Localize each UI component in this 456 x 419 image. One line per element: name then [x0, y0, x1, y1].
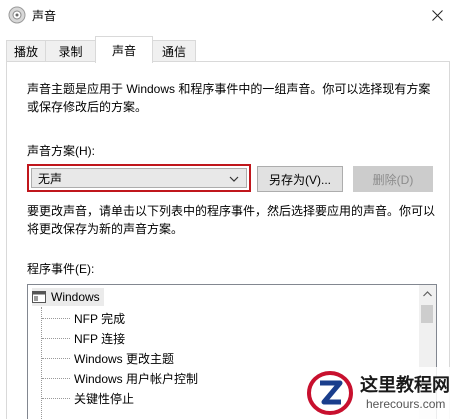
tree-branch: [42, 338, 70, 339]
tab-communications[interactable]: 通信: [152, 40, 196, 62]
watermark-url: herecours.com: [366, 397, 446, 411]
watermark: 这里教程网 herecours.com: [304, 367, 456, 419]
save-as-button[interactable]: 另存为(V)...: [257, 166, 343, 192]
event-item[interactable]: 关键性停止: [74, 388, 134, 408]
window-icon: [32, 291, 46, 303]
sounds-panel: 声音主题是应用于 Windows 和程序事件中的一组声音。你可以选择现有方案或保…: [6, 61, 450, 419]
chevron-down-icon: [229, 176, 239, 182]
tab-strip: 播放 录制 声音 通信: [0, 31, 456, 63]
event-group-label: Windows: [51, 290, 100, 304]
change-sound-description: 要更改声音，请单击以下列表中的程序事件，然后选择要应用的声音。你可以将更改保存为…: [27, 204, 436, 236]
sound-theme-description: 声音主题是应用于 Windows 和程序事件中的一组声音。你可以选择现有方案或保…: [27, 82, 431, 114]
speaker-icon: [8, 6, 26, 24]
event-item[interactable]: NFP 连接: [74, 328, 125, 348]
scroll-up-button[interactable]: [419, 285, 436, 302]
scrollbar-thumb[interactable]: [421, 305, 433, 323]
watermark-title: 这里教程网: [360, 375, 450, 396]
delete-button[interactable]: 删除(D): [353, 166, 433, 192]
tree-branch: [42, 378, 70, 379]
site-logo-icon: [307, 371, 353, 415]
tree-branch: [42, 398, 70, 399]
close-icon: [431, 9, 443, 21]
sound-scheme-label: 声音方案(H):: [27, 144, 95, 158]
title-bar: 声音: [0, 0, 456, 31]
tree-connector: [41, 307, 42, 419]
event-item[interactable]: Windows 用户帐户控制: [74, 368, 198, 388]
tree-branch: [42, 358, 70, 359]
sound-scheme-dropdown[interactable]: 无声: [27, 164, 251, 192]
sound-scheme-value: 无声: [38, 171, 63, 186]
tab-recording[interactable]: 录制: [45, 40, 96, 62]
window-title: 声音: [32, 9, 57, 23]
event-group-windows[interactable]: Windows: [32, 288, 104, 306]
tree-branch: [42, 318, 70, 319]
tab-playback[interactable]: 播放: [6, 40, 46, 62]
sound-scheme-field[interactable]: 无声: [31, 168, 247, 188]
event-item[interactable]: Windows 更改主题: [74, 348, 174, 368]
event-item[interactable]: NFP 完成: [74, 308, 125, 328]
tab-sounds[interactable]: 声音: [95, 36, 153, 63]
close-button[interactable]: [418, 0, 456, 30]
chevron-up-icon: [423, 290, 432, 296]
program-events-label: 程序事件(E):: [27, 262, 95, 276]
